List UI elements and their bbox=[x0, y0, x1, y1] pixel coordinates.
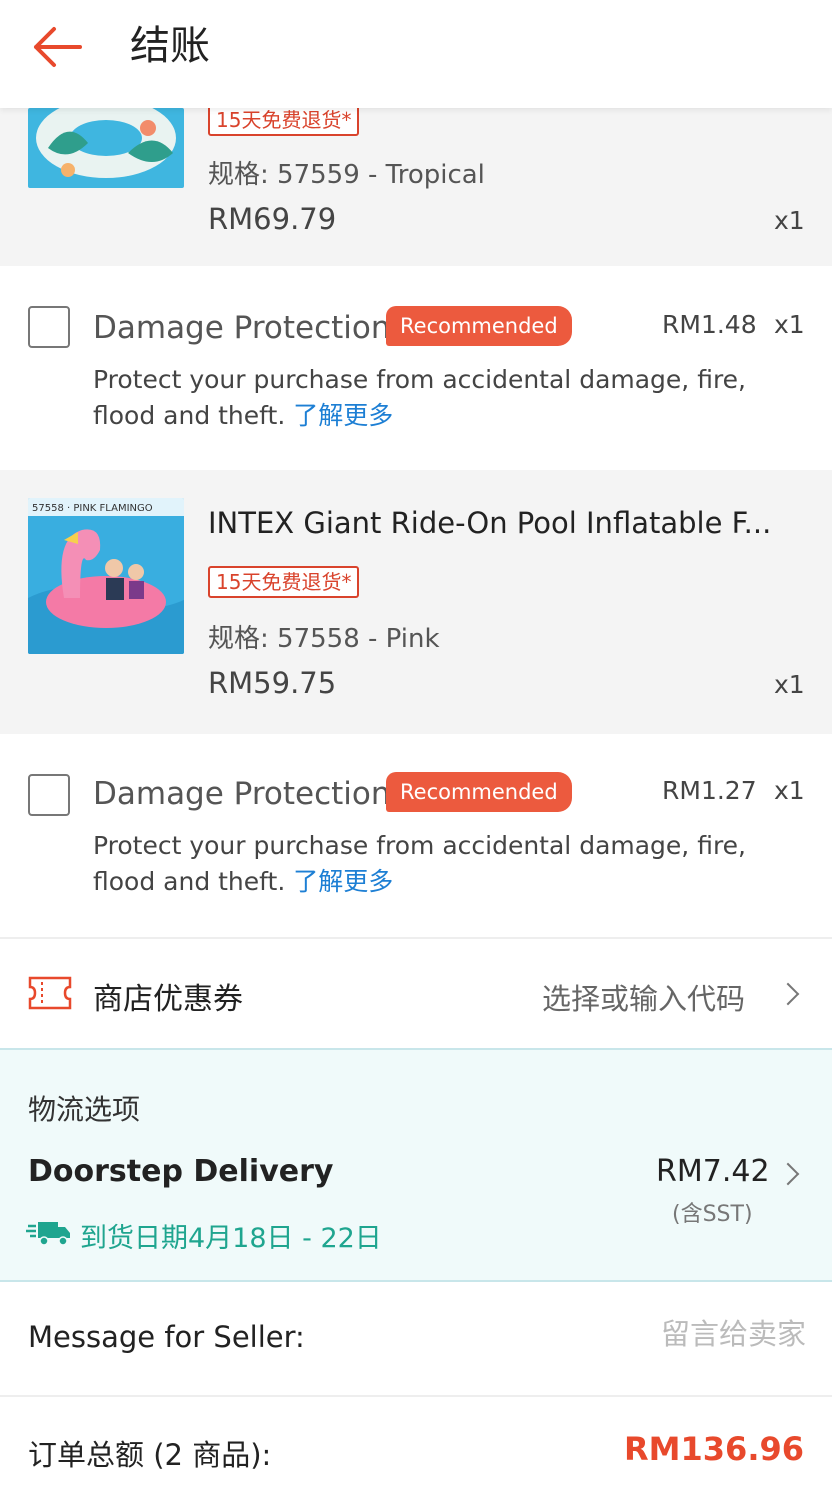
variant-spec: 规格: 57559 - Tropical bbox=[208, 160, 485, 190]
shipping-options-section[interactable]: 物流选项 Doorstep Delivery RM7.42 (含SST) 到货日… bbox=[0, 1048, 832, 1282]
coupon-ticket-icon bbox=[28, 976, 72, 1010]
app-header: 结账 bbox=[0, 0, 832, 108]
page-title: 结账 bbox=[130, 23, 210, 69]
protection-checkbox[interactable] bbox=[28, 774, 70, 816]
protection-description: Protect your purchase from accidental da… bbox=[93, 362, 793, 434]
shop-voucher-row[interactable]: 商店优惠券 选择或输入代码 bbox=[0, 940, 832, 1046]
seller-message-input[interactable] bbox=[560, 1316, 808, 1352]
protection-price: RM1.27 bbox=[662, 776, 757, 805]
product-thumbnail[interactable] bbox=[28, 108, 184, 188]
order-total-value: RM136.96 bbox=[624, 1430, 804, 1468]
recommended-badge: Recommended bbox=[386, 306, 572, 346]
message-label: Message for Seller: bbox=[28, 1320, 305, 1354]
damage-protection-row-1: Damage Protection Recommended RM1.48 x1 … bbox=[0, 266, 832, 470]
protection-desc-line1: Protect your purchase from accidental da… bbox=[93, 365, 747, 394]
delivery-method: Doorstep Delivery bbox=[28, 1154, 334, 1189]
protection-quantity: x1 bbox=[774, 310, 805, 339]
variant-spec: 规格: 57558 - Pink bbox=[208, 624, 440, 654]
section-divider bbox=[0, 937, 832, 939]
estimated-delivery-date: 到货日期4月18日 - 22日 bbox=[80, 1223, 382, 1254]
recommended-badge: Recommended bbox=[386, 772, 572, 812]
order-item-2[interactable]: 57558 · PINK FLAMINGO INTEX Giant Ride-O… bbox=[0, 470, 832, 734]
product-name[interactable]: INTEX Giant Ride-On Pool Inflatable F... bbox=[208, 506, 771, 540]
thumbnail-caption: 57558 · PINK FLAMINGO bbox=[32, 503, 153, 514]
protection-desc-line2: flood and theft. bbox=[93, 867, 286, 896]
product-thumbnail[interactable]: 57558 · PINK FLAMINGO bbox=[28, 498, 184, 654]
shipping-price: RM7.42 bbox=[656, 1154, 770, 1189]
order-total-label: 订单总额 (2 商品): bbox=[28, 1438, 272, 1472]
voucher-code-hint[interactable]: 选择或输入代码 bbox=[542, 976, 745, 1018]
item-price: RM69.79 bbox=[208, 202, 337, 236]
return-policy-tag: 15天免费退货* bbox=[208, 566, 360, 598]
damage-protection-row-2: Damage Protection Recommended RM1.27 x1 … bbox=[0, 734, 832, 938]
shipping-heading: 物流选项 bbox=[28, 1093, 141, 1126]
protection-desc-line2: flood and theft. bbox=[93, 401, 286, 430]
protection-price: RM1.48 bbox=[662, 310, 757, 339]
item-price: RM59.75 bbox=[208, 666, 337, 700]
tax-note: (含SST) bbox=[672, 1202, 753, 1227]
item-quantity: x1 bbox=[774, 670, 805, 699]
chevron-right-icon bbox=[776, 982, 800, 1006]
protection-title: Damage Protection bbox=[93, 776, 391, 812]
shop-voucher-label: 商店优惠券 bbox=[93, 982, 243, 1017]
protection-checkbox[interactable] bbox=[28, 306, 70, 348]
back-button[interactable] bbox=[30, 22, 86, 72]
arrow-left-icon bbox=[34, 27, 82, 67]
protection-quantity: x1 bbox=[774, 776, 805, 805]
protection-desc-line1: Protect your purchase from accidental da… bbox=[93, 831, 747, 860]
protection-description: Protect your purchase from accidental da… bbox=[93, 828, 793, 900]
return-policy-tag: 15天免费退货* bbox=[208, 104, 360, 136]
section-divider bbox=[0, 1395, 832, 1397]
protection-title: Damage Protection bbox=[93, 310, 391, 346]
delivery-truck-icon bbox=[26, 1222, 70, 1246]
item-quantity: x1 bbox=[774, 206, 805, 235]
learn-more-link[interactable]: 了解更多 bbox=[293, 867, 393, 896]
chevron-right-icon bbox=[776, 1162, 800, 1186]
learn-more-link[interactable]: 了解更多 bbox=[293, 401, 393, 430]
order-item-1[interactable]: 15天免费退货* 规格: 57559 - Tropical RM69.79 x1 bbox=[0, 104, 832, 266]
